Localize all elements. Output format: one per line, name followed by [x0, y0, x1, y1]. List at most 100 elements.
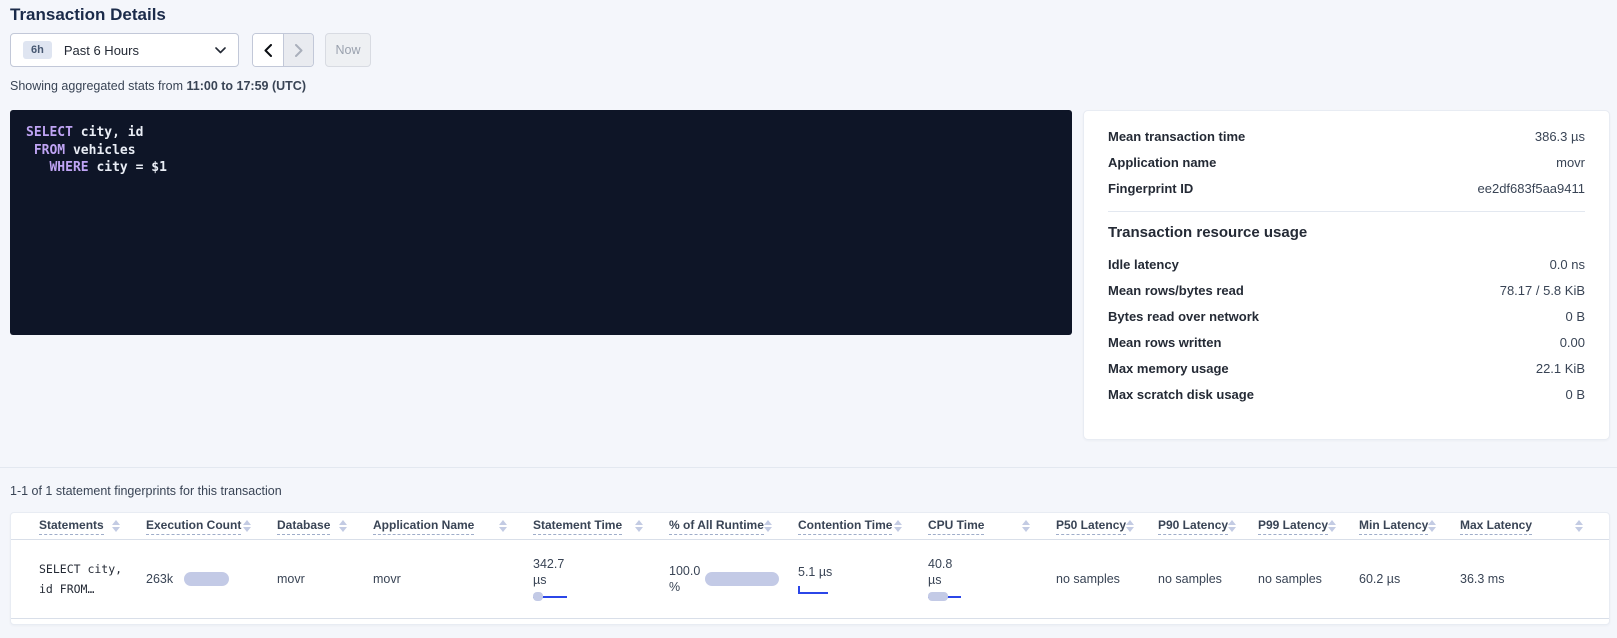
- resource-value: 0.0 ns: [1550, 257, 1585, 272]
- execution-count-cell: 263k: [146, 572, 277, 586]
- time-interval-dropdown[interactable]: 6h Past 6 Hours: [10, 33, 239, 67]
- next-interval-button[interactable]: [283, 34, 313, 66]
- sort-icon[interactable]: [243, 520, 251, 532]
- contention-time-bar: [798, 586, 828, 595]
- column-header-min-latency[interactable]: Min Latency: [1359, 518, 1460, 535]
- summary-label: Application name: [1108, 155, 1216, 170]
- time-step-buttons: [252, 33, 314, 67]
- sort-icon[interactable]: [1428, 520, 1436, 532]
- section-divider: [0, 467, 1617, 468]
- resource-row: Max scratch disk usage0 B: [1108, 381, 1585, 407]
- resource-value: 0 B: [1565, 309, 1585, 324]
- resource-value: 22.1 KiB: [1536, 361, 1585, 376]
- resource-label: Mean rows written: [1108, 335, 1221, 350]
- statement-time-unit: µs: [533, 572, 655, 588]
- statements-table-header: Statements Execution Count Database Appl…: [11, 513, 1609, 540]
- p90-latency-cell: no samples: [1158, 572, 1258, 586]
- chevron-right-icon: [295, 44, 303, 57]
- p99-latency-cell: no samples: [1258, 572, 1359, 586]
- min-latency-cell: 60.2 µs: [1359, 572, 1460, 586]
- sort-icon[interactable]: [764, 520, 772, 532]
- sort-icon[interactable]: [1228, 520, 1236, 532]
- column-header-database[interactable]: Database: [277, 518, 373, 535]
- column-header-statement-time[interactable]: Statement Time: [533, 518, 669, 535]
- time-interval-label: Past 6 Hours: [64, 43, 139, 58]
- resource-value: 0 B: [1565, 387, 1585, 402]
- resource-row: Bytes read over network 0 B: [1108, 303, 1585, 329]
- page-title: Transaction Details: [10, 5, 166, 25]
- summary-value: ee2df683f5aa9411: [1478, 181, 1585, 196]
- stats-range-prefix: Showing aggregated stats from: [10, 79, 187, 93]
- cpu-time-bar: [928, 592, 961, 602]
- execution-count-value: 263k: [146, 572, 173, 586]
- sort-icon[interactable]: [894, 520, 902, 532]
- prev-interval-button[interactable]: [253, 34, 283, 66]
- transaction-sql-box: SELECT city, id FROM vehicles WHERE city…: [10, 110, 1072, 335]
- sql-line: SELECT city, id: [26, 124, 1056, 142]
- resource-value: 78.17 / 5.8 KiB: [1500, 283, 1585, 298]
- stats-range-caption: Showing aggregated stats from 11:00 to 1…: [10, 79, 306, 93]
- resource-row: Mean rows/bytes read 78.17 / 5.8 KiB: [1108, 277, 1585, 303]
- max-latency-cell: 36.3 ms: [1460, 572, 1609, 586]
- sort-icon[interactable]: [1022, 520, 1030, 532]
- column-header-p99-latency[interactable]: P99 Latency: [1258, 518, 1359, 535]
- summary-label: Mean transaction time: [1108, 129, 1245, 144]
- statement-text-line1: SELECT city,: [39, 559, 132, 579]
- runtime-pct-cell: 100.0 %: [669, 563, 798, 595]
- resource-usage-title: Transaction resource usage: [1108, 224, 1585, 241]
- stats-range-value: 11:00 to 17:59 (UTC): [187, 79, 306, 93]
- sort-icon[interactable]: [499, 520, 507, 532]
- column-header-application-name[interactable]: Application Name: [373, 518, 533, 535]
- summary-value: movr: [1556, 155, 1585, 170]
- column-header-p50-latency[interactable]: P50 Latency: [1056, 518, 1158, 535]
- resource-label: Mean rows/bytes read: [1108, 283, 1244, 298]
- statement-row: SELECT city, id FROM… 263k movr movr 342…: [11, 540, 1609, 619]
- cpu-time-cell: 40.8 µs: [928, 556, 1056, 602]
- cpu-time-value: 40.8: [928, 556, 1042, 572]
- summary-row: Mean transaction time 386.3 µs: [1108, 123, 1585, 149]
- column-header-max-latency[interactable]: Max Latency: [1460, 518, 1609, 535]
- sql-line: FROM vehicles: [26, 142, 1056, 160]
- sort-icon[interactable]: [635, 520, 643, 532]
- summary-row: Fingerprint ID ee2df683f5aa9411: [1108, 175, 1585, 201]
- database-cell: movr: [277, 572, 373, 586]
- now-button[interactable]: Now: [325, 33, 371, 67]
- sort-icon[interactable]: [1126, 520, 1134, 532]
- statement-time-bar: [533, 592, 567, 602]
- resource-label: Bytes read over network: [1108, 309, 1259, 324]
- sort-icon[interactable]: [1575, 520, 1583, 532]
- card-divider: [1108, 211, 1585, 212]
- resource-row: Idle latency 0.0 ns: [1108, 251, 1585, 277]
- chevron-down-icon: [215, 47, 226, 54]
- column-header-contention-time[interactable]: Contention Time: [798, 518, 928, 535]
- statement-time-value: 342.7: [533, 556, 655, 572]
- contention-time-value: 5.1 µs: [798, 564, 914, 580]
- resource-row: Mean rows written 0.00: [1108, 329, 1585, 355]
- sql-line: WHERE city = $1: [26, 159, 1056, 177]
- statements-table: Statements Execution Count Database Appl…: [10, 512, 1610, 625]
- statement-text-line2: id FROM…: [39, 579, 132, 599]
- column-header-cpu-time[interactable]: CPU Time: [928, 518, 1056, 535]
- column-header-statements[interactable]: Statements: [39, 518, 146, 535]
- contention-time-cell: 5.1 µs: [798, 564, 928, 595]
- summary-value: 386.3 µs: [1535, 129, 1585, 144]
- runtime-pct-bar: [705, 572, 779, 586]
- application-name-cell: movr: [373, 572, 533, 586]
- sort-icon[interactable]: [1328, 520, 1336, 532]
- runtime-pct-unit: %: [669, 579, 700, 595]
- resource-value: 0.00: [1560, 335, 1585, 350]
- statement-link[interactable]: SELECT city, id FROM…: [39, 559, 146, 599]
- summary-label: Fingerprint ID: [1108, 181, 1193, 196]
- time-interval-badge: 6h: [23, 41, 52, 59]
- sort-icon[interactable]: [339, 520, 347, 532]
- p50-latency-cell: no samples: [1056, 572, 1158, 586]
- cpu-time-unit: µs: [928, 572, 1042, 588]
- sort-icon[interactable]: [112, 520, 120, 532]
- column-header-p90-latency[interactable]: P90 Latency: [1158, 518, 1258, 535]
- resource-label: Idle latency: [1108, 257, 1179, 272]
- summary-row: Application name movr: [1108, 149, 1585, 175]
- column-header-execution-count[interactable]: Execution Count: [146, 518, 277, 535]
- resource-label: Max memory usage: [1108, 361, 1229, 376]
- column-header-runtime-pct[interactable]: % of All Runtime: [669, 518, 798, 535]
- transaction-summary-card: Mean transaction time 386.3 µs Applicatio…: [1083, 110, 1610, 440]
